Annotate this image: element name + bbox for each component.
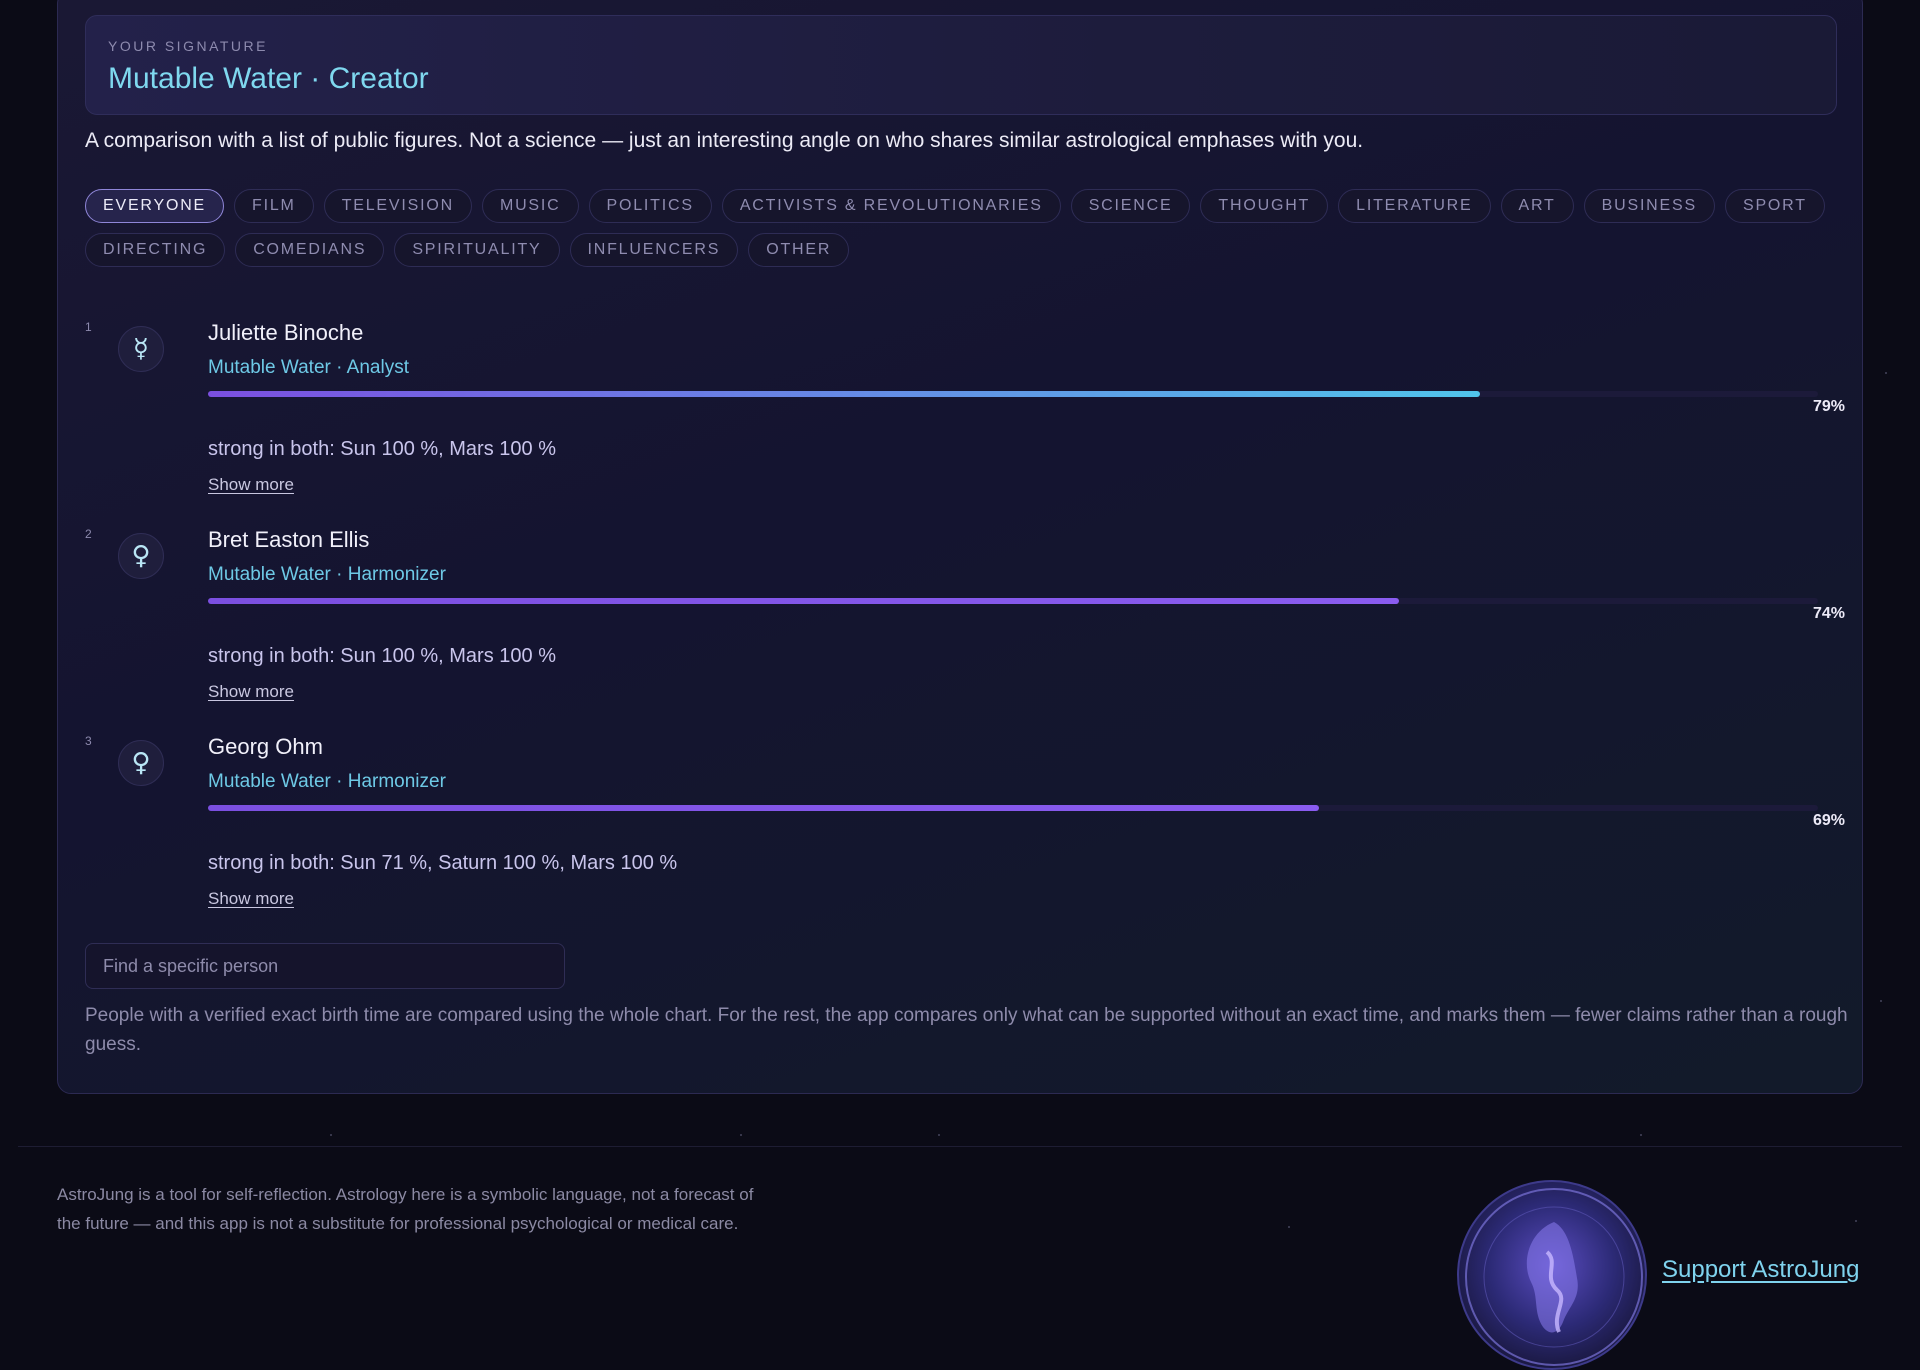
- filter-chip-business[interactable]: Business: [1584, 189, 1715, 223]
- filter-chip-music[interactable]: Music: [482, 189, 579, 223]
- match-row: 3 ♀ Georg Ohm Mutable Water · Harmonizer…: [85, 730, 1845, 930]
- match-percent: 79%: [1813, 398, 1845, 416]
- filter-chip-television[interactable]: Television: [324, 189, 472, 223]
- match-score-track: [208, 598, 1818, 604]
- filter-chip-thought[interactable]: Thought: [1200, 189, 1328, 223]
- match-row: 1 ☿ Juliette Binoche Mutable Water · Ana…: [85, 316, 1845, 516]
- match-name: Juliette Binoche: [208, 320, 363, 346]
- intro-text: A comparison with a list of public figur…: [85, 129, 1845, 153]
- footer-disclaimer: AstroJung is a tool for self-reflection.…: [57, 1180, 757, 1238]
- filter-chip-comedians[interactable]: Comedians: [235, 233, 384, 267]
- show-more-link[interactable]: Show more: [208, 682, 294, 702]
- compatibility-panel: YOUR SIGNATURE Mutable Water · Creator A…: [57, 0, 1863, 1094]
- match-rank: 1: [85, 320, 92, 334]
- filter-chip-literature[interactable]: Literature: [1338, 189, 1490, 223]
- filter-chip-activists[interactable]: Activists & Revolutionaries: [722, 189, 1061, 223]
- person-search-input[interactable]: [85, 943, 565, 989]
- filter-chip-influencers[interactable]: Influencers: [570, 233, 739, 267]
- venus-icon: ♀: [118, 533, 164, 579]
- match-score-fill: [208, 805, 1319, 811]
- match-score-track: [208, 805, 1818, 811]
- match-strong-in-both: strong in both: Sun 100 %, Mars 100 %: [208, 645, 556, 668]
- match-score-track: [208, 391, 1818, 397]
- signature-card: YOUR SIGNATURE Mutable Water · Creator: [85, 15, 1837, 115]
- mercury-icon: ☿: [118, 326, 164, 372]
- filter-chip-spirituality[interactable]: Spirituality: [394, 233, 559, 267]
- match-row: 2 ♀ Bret Easton Ellis Mutable Water · Ha…: [85, 523, 1845, 723]
- filter-chip-film[interactable]: Film: [234, 189, 314, 223]
- venus-icon: ♀: [118, 740, 164, 786]
- match-percent: 69%: [1813, 812, 1845, 830]
- match-type: Mutable Water · Harmonizer: [208, 564, 446, 586]
- signature-value: Mutable Water · Creator: [108, 62, 1814, 96]
- match-type: Mutable Water · Harmonizer: [208, 771, 446, 793]
- match-percent: 74%: [1813, 605, 1845, 623]
- support-astrojung-link[interactable]: Support AstroJung: [1662, 1256, 1859, 1284]
- filter-chip-politics[interactable]: Politics: [589, 189, 712, 223]
- filter-chip-directing[interactable]: Directing: [85, 233, 225, 267]
- match-score-fill: [208, 391, 1480, 397]
- match-rank: 3: [85, 734, 92, 748]
- match-type: Mutable Water · Analyst: [208, 357, 409, 379]
- astrojung-logo-medallion: [1457, 1180, 1647, 1370]
- match-strong-in-both: strong in both: Sun 100 %, Mars 100 %: [208, 438, 556, 461]
- show-more-link[interactable]: Show more: [208, 475, 294, 495]
- footer-divider: [18, 1146, 1902, 1147]
- filter-chip-other[interactable]: Other: [748, 233, 849, 267]
- match-rank: 2: [85, 527, 92, 541]
- filter-chip-science[interactable]: Science: [1071, 189, 1191, 223]
- match-name: Bret Easton Ellis: [208, 527, 369, 553]
- show-more-link[interactable]: Show more: [208, 889, 294, 909]
- signature-label: YOUR SIGNATURE: [108, 38, 1814, 54]
- filter-chip-art[interactable]: Art: [1501, 189, 1574, 223]
- match-name: Georg Ohm: [208, 734, 323, 760]
- category-filter-chips: Everyone Film Television Music Politics …: [85, 189, 1845, 267]
- filter-chip-sport[interactable]: Sport: [1725, 189, 1825, 223]
- birth-time-note: People with a verified exact birth time …: [85, 1001, 1855, 1059]
- filter-chip-everyone[interactable]: Everyone: [85, 189, 224, 223]
- match-strong-in-both: strong in both: Sun 71 %, Saturn 100 %, …: [208, 852, 677, 875]
- match-score-fill: [208, 598, 1399, 604]
